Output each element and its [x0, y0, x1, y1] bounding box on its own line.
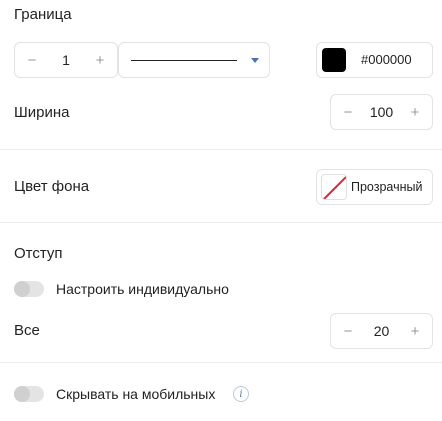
- border-color-hex: #000000: [361, 52, 412, 67]
- padding-decrement-button[interactable]: −: [331, 314, 365, 348]
- individual-padding-label: Настроить индивидуально: [56, 281, 229, 297]
- border-style-line-preview: [131, 60, 237, 61]
- divider: [0, 222, 442, 223]
- hide-on-mobile-label: Скрывать на мобильных: [56, 386, 216, 402]
- padding-title: Отступ: [14, 245, 63, 262]
- width-decrement-button[interactable]: −: [331, 95, 365, 129]
- width-stepper[interactable]: − 100 +: [330, 94, 433, 130]
- width-label: Ширина: [14, 104, 70, 121]
- border-title: Граница: [14, 6, 72, 23]
- toggle-knob: [14, 386, 30, 402]
- width-increment-button[interactable]: +: [398, 95, 432, 129]
- border-width-stepper[interactable]: − 1 +: [14, 42, 118, 78]
- no-fill-slash: [322, 175, 346, 199]
- info-icon[interactable]: i: [233, 386, 249, 402]
- padding-increment-button[interactable]: +: [398, 314, 432, 348]
- individual-padding-toggle[interactable]: [14, 281, 44, 297]
- padding-all-stepper[interactable]: − 20 +: [330, 313, 433, 349]
- chevron-down-icon[interactable]: [251, 58, 259, 63]
- border-color-picker[interactable]: #000000: [316, 42, 433, 78]
- border-width-increment-button[interactable]: +: [83, 43, 117, 77]
- width-value[interactable]: 100: [365, 95, 398, 129]
- border-color-swatch[interactable]: [322, 48, 346, 72]
- divider: [0, 149, 442, 150]
- background-color-picker[interactable]: Прозрачный: [316, 169, 433, 205]
- divider: [0, 362, 442, 363]
- padding-all-value[interactable]: 20: [365, 314, 398, 348]
- border-width-value[interactable]: 1: [49, 43, 83, 77]
- hide-on-mobile-toggle[interactable]: [14, 386, 44, 402]
- padding-all-label: Все: [14, 322, 40, 339]
- transparent-swatch-icon[interactable]: [321, 174, 347, 200]
- border-style-select[interactable]: [118, 42, 270, 78]
- background-color-value: Прозрачный: [351, 180, 423, 194]
- style-settings-panel: Граница − 1 + #000000 Ширина − 100 + Цве…: [0, 0, 442, 421]
- background-color-label: Цвет фона: [14, 178, 90, 195]
- toggle-knob: [14, 281, 30, 297]
- border-width-decrement-button[interactable]: −: [15, 43, 49, 77]
